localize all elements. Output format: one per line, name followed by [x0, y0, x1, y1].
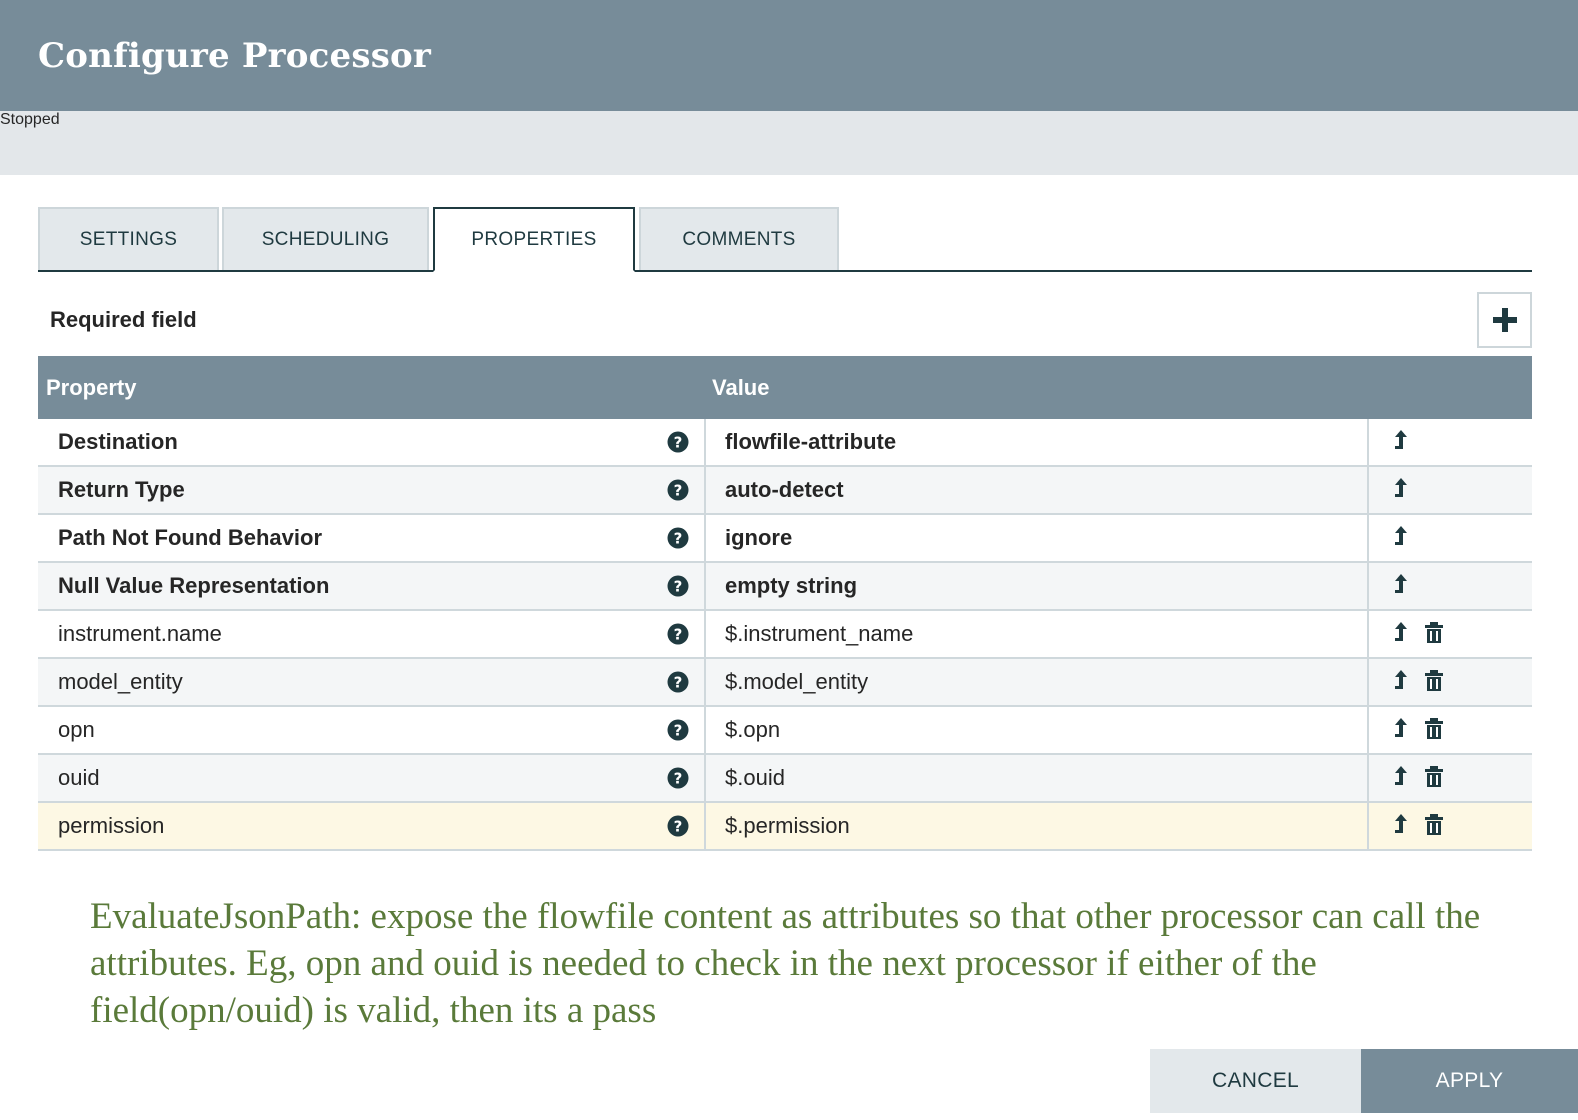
- column-divider: [704, 419, 706, 465]
- annotation-note: EvaluateJsonPath: expose the flowfile co…: [90, 896, 1481, 1031]
- add-property-button[interactable]: [1477, 292, 1532, 348]
- svg-text:?: ?: [674, 770, 683, 788]
- column-divider: [1367, 419, 1369, 465]
- convert-to-parameter-icon[interactable]: [1391, 429, 1411, 453]
- table-row[interactable]: permission? $.permission: [38, 803, 1532, 851]
- help-icon[interactable]: ?: [667, 575, 689, 597]
- tab-scheduling[interactable]: SCHEDULING: [222, 207, 429, 270]
- column-divider: [1367, 563, 1369, 609]
- help-icon[interactable]: ?: [667, 431, 689, 453]
- plus-icon: [1492, 308, 1517, 332]
- help-icon[interactable]: ?: [667, 719, 689, 741]
- help-icon[interactable]: ?: [667, 815, 689, 837]
- property-value[interactable]: $.permission: [725, 813, 850, 839]
- table-row[interactable]: instrument.name? $.instrument_name: [38, 611, 1532, 659]
- convert-to-parameter-icon[interactable]: [1391, 573, 1411, 597]
- convert-to-parameter-icon[interactable]: [1391, 525, 1411, 549]
- property-name: permission: [58, 813, 165, 838]
- column-header-property: Property: [46, 375, 137, 400]
- dialog-title: Configure Processor: [38, 36, 432, 76]
- convert-to-parameter-icon[interactable]: [1391, 717, 1411, 741]
- property-name: Return Type: [58, 477, 185, 502]
- delete-icon[interactable]: [1424, 814, 1444, 836]
- column-divider: [704, 611, 706, 657]
- status-label: Stopped: [0, 111, 1578, 175]
- convert-to-parameter-icon[interactable]: [1391, 813, 1411, 837]
- property-value[interactable]: $.model_entity: [725, 669, 868, 695]
- column-divider: [1367, 515, 1369, 561]
- properties-table: Property Value Destination? flowfile-attr…: [38, 356, 1532, 851]
- convert-to-parameter-icon[interactable]: [1391, 477, 1411, 501]
- table-row[interactable]: Path Not Found Behavior? ignore: [38, 515, 1532, 563]
- delete-icon[interactable]: [1424, 718, 1444, 740]
- column-divider: [1367, 803, 1369, 849]
- svg-text:?: ?: [674, 626, 683, 644]
- column-divider: [704, 659, 706, 705]
- property-value[interactable]: auto-detect: [725, 477, 844, 503]
- column-divider: [704, 803, 706, 849]
- table-row[interactable]: Return Type? auto-detect: [38, 467, 1532, 515]
- property-name: Path Not Found Behavior: [58, 525, 322, 550]
- convert-to-parameter-icon[interactable]: [1391, 669, 1411, 693]
- property-name: instrument.name: [58, 621, 222, 646]
- svg-text:?: ?: [674, 818, 683, 836]
- help-icon[interactable]: ?: [667, 527, 689, 549]
- table-header: Property Value: [38, 356, 1532, 419]
- tab-comments[interactable]: COMMENTS: [639, 207, 839, 270]
- svg-text:?: ?: [674, 674, 683, 692]
- svg-text:?: ?: [674, 722, 683, 740]
- convert-to-parameter-icon[interactable]: [1391, 765, 1411, 789]
- column-divider: [1367, 707, 1369, 753]
- table-row[interactable]: model_entity? $.model_entity: [38, 659, 1532, 707]
- column-divider: [704, 755, 706, 801]
- column-divider: [704, 515, 706, 561]
- column-divider: [704, 467, 706, 513]
- column-divider: [1367, 659, 1369, 705]
- svg-text:?: ?: [674, 482, 683, 500]
- property-value[interactable]: flowfile-attribute: [725, 429, 896, 455]
- property-value[interactable]: $.ouid: [725, 765, 785, 791]
- property-value[interactable]: ignore: [725, 525, 792, 551]
- delete-icon[interactable]: [1424, 670, 1444, 692]
- column-header-value: Value: [712, 375, 770, 400]
- dialog-header: Configure Processor: [0, 0, 1578, 111]
- delete-icon[interactable]: [1424, 766, 1444, 788]
- column-divider: [1367, 611, 1369, 657]
- cancel-button[interactable]: CANCEL: [1150, 1049, 1361, 1113]
- svg-text:?: ?: [674, 578, 683, 596]
- help-icon[interactable]: ?: [667, 767, 689, 789]
- tab-settings[interactable]: SETTINGS: [38, 207, 219, 270]
- property-value[interactable]: $.opn: [725, 717, 780, 743]
- property-name: opn: [58, 717, 95, 742]
- help-icon[interactable]: ?: [667, 623, 689, 645]
- table-row[interactable]: ouid? $.ouid: [38, 755, 1532, 803]
- help-icon[interactable]: ?: [667, 479, 689, 501]
- column-divider: [704, 707, 706, 753]
- table-row[interactable]: opn? $.opn: [38, 707, 1532, 755]
- column-divider: [704, 563, 706, 609]
- table-row[interactable]: Null Value Representation? empty string: [38, 563, 1532, 611]
- tab-bar: SETTINGS SCHEDULING PROPERTIES COMMENTS: [38, 207, 1532, 272]
- property-name: Null Value Representation: [58, 573, 330, 598]
- apply-button[interactable]: APPLY: [1361, 1049, 1578, 1113]
- required-field-label: Required field: [50, 307, 197, 332]
- help-icon[interactable]: ?: [667, 671, 689, 693]
- column-divider: [1367, 755, 1369, 801]
- property-value[interactable]: $.instrument_name: [725, 621, 913, 647]
- property-value[interactable]: empty string: [725, 573, 857, 599]
- svg-text:?: ?: [674, 434, 683, 452]
- tab-properties[interactable]: PROPERTIES: [433, 207, 635, 272]
- convert-to-parameter-icon[interactable]: [1391, 621, 1411, 645]
- table-row[interactable]: Destination? flowfile-attribute: [38, 419, 1532, 467]
- property-name: Destination: [58, 429, 178, 454]
- delete-icon[interactable]: [1424, 622, 1444, 644]
- svg-text:?: ?: [674, 530, 683, 548]
- column-divider: [1367, 467, 1369, 513]
- property-name: model_entity: [58, 669, 183, 694]
- property-name: ouid: [58, 765, 100, 790]
